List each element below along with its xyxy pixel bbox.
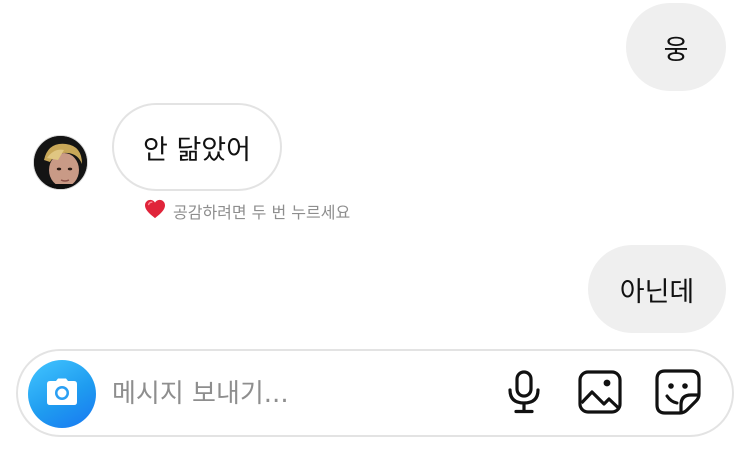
sent-message-bubble[interactable]: 웅 <box>626 3 726 91</box>
message-input[interactable] <box>112 369 482 419</box>
message-text: 아닌데 <box>619 276 695 308</box>
chat-screen: 웅 안 닮았어 공감하려면 두 번 누르세요 아닌데 <box>0 0 750 452</box>
microphone-icon <box>506 370 542 418</box>
sent-message-bubble[interactable]: 아닌데 <box>588 245 726 333</box>
camera-icon <box>45 377 79 411</box>
microphone-button[interactable] <box>500 370 548 418</box>
received-message-bubble[interactable]: 안 닮았어 <box>112 103 282 191</box>
message-composer <box>16 349 734 437</box>
avatar-photo <box>34 136 87 189</box>
message-text: 웅 <box>663 34 689 66</box>
sticker-button[interactable] <box>654 369 702 419</box>
like-hint: 공감하려면 두 번 누르세요 <box>144 199 350 223</box>
message-text: 안 닮았어 <box>143 134 251 166</box>
avatar[interactable] <box>33 135 88 190</box>
image-icon <box>578 370 622 418</box>
gallery-button[interactable] <box>576 370 624 418</box>
heart-icon <box>144 199 166 223</box>
sticker-icon <box>655 369 701 419</box>
like-hint-text: 공감하려면 두 번 누르세요 <box>173 203 351 222</box>
camera-button[interactable] <box>28 360 96 428</box>
